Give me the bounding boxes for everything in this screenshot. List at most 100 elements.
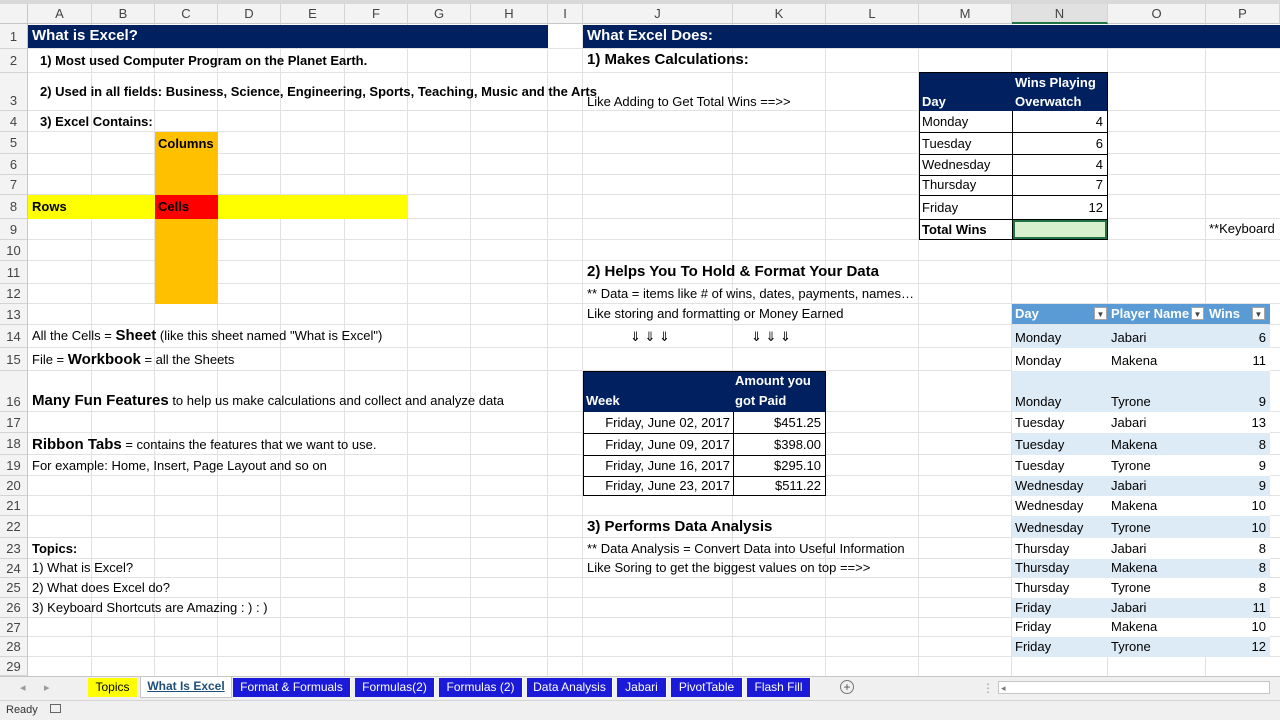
row-header[interactable]: 11 [0, 261, 28, 284]
player-wins-cell[interactable]: 11 [1253, 599, 1267, 617]
wins-day-cell[interactable]: Monday [922, 113, 968, 131]
player-name-cell[interactable]: Jabari [1111, 414, 1146, 432]
player-wins-cell[interactable]: 12 [1252, 638, 1266, 656]
player-wins-cell[interactable]: 9 [1259, 477, 1266, 495]
row-header[interactable]: 7 [0, 175, 28, 195]
player-name-cell[interactable]: Jabari [1111, 540, 1146, 558]
row-header[interactable]: 2 [0, 49, 28, 73]
row-header[interactable]: 4 [0, 111, 28, 132]
player-name-cell[interactable]: Makena [1111, 352, 1157, 370]
player-name-cell[interactable]: Makena [1111, 618, 1157, 636]
column-header-c[interactable]: C [155, 4, 218, 24]
column-header-h[interactable]: H [471, 4, 548, 24]
table-row[interactable]: Tuesday Makena 8 [1012, 433, 1270, 455]
wins-day-cell[interactable]: Thursday [922, 176, 976, 194]
player-name-cell[interactable]: Tyrone [1111, 457, 1151, 475]
column-header-k[interactable]: K [733, 4, 826, 24]
player-name-cell[interactable]: Tyrone [1111, 519, 1151, 537]
row-header[interactable]: 14 [0, 325, 28, 348]
table-row[interactable]: Wednesday Tyrone 10 [1012, 516, 1270, 538]
tab-scroll-left-icon[interactable]: ◂ [20, 679, 26, 697]
tab-flash-fill[interactable]: Flash Fill [747, 678, 811, 697]
filter-dropdown-icon[interactable]: ▼ [1191, 307, 1204, 320]
table-row[interactable]: Friday Tyrone 12 [1012, 637, 1270, 657]
player-day-cell[interactable]: Monday [1015, 393, 1061, 411]
row-header[interactable]: 1 [0, 24, 28, 49]
pay-amount-cell[interactable]: $295.10 [774, 457, 821, 475]
wins-value-cell[interactable]: 4 [1096, 156, 1103, 174]
player-name-cell[interactable]: Tyrone [1111, 393, 1151, 411]
row-header[interactable]: 27 [0, 618, 28, 637]
player-day-cell[interactable]: Friday [1015, 618, 1051, 636]
column-header-p[interactable]: P [1206, 4, 1280, 24]
sheet-options-icon[interactable]: ⋮ [982, 679, 994, 697]
column-header-j[interactable]: J [583, 4, 733, 24]
player-name-cell[interactable]: Makena [1111, 497, 1157, 515]
row-header[interactable]: 16 [0, 371, 28, 412]
column-header-o[interactable]: O [1108, 4, 1206, 24]
player-day-cell[interactable]: Monday [1015, 352, 1061, 370]
player-wins-cell[interactable]: 10 [1252, 519, 1266, 537]
scrollbar-thumb[interactable] [1013, 683, 1253, 692]
table-row[interactable]: Thursday Tyrone 8 [1012, 578, 1270, 598]
player-day-cell[interactable]: Monday [1015, 329, 1061, 347]
tab-data-analysis[interactable]: Data Analysis [527, 678, 613, 697]
filter-dropdown-icon[interactable]: ▼ [1094, 307, 1107, 320]
filter-dropdown-icon[interactable]: ▼ [1252, 307, 1265, 320]
row-header[interactable]: 12 [0, 284, 28, 304]
column-header-a[interactable]: A [28, 4, 92, 24]
player-wins-cell[interactable]: 10 [1252, 618, 1266, 636]
player-name-cell[interactable]: Jabari [1111, 477, 1146, 495]
player-name-cell[interactable]: Jabari [1111, 599, 1146, 617]
row-header[interactable]: 19 [0, 455, 28, 476]
table-row[interactable]: Tuesday Jabari 13 [1012, 412, 1270, 433]
tab-jabari[interactable]: Jabari [617, 678, 667, 697]
row-header[interactable]: 13 [0, 304, 28, 325]
pay-amount-cell[interactable]: $451.25 [774, 414, 821, 432]
row-header[interactable]: 9 [0, 219, 28, 240]
column-header-i[interactable]: I [548, 4, 583, 24]
wins-value-cell[interactable]: 4 [1096, 113, 1103, 131]
player-wins-cell[interactable]: 8 [1259, 540, 1266, 558]
column-header-d[interactable]: D [218, 4, 281, 24]
table-row[interactable]: Friday Jabari 11 [1012, 598, 1270, 618]
column-header-f[interactable]: F [345, 4, 408, 24]
pay-amount-cell[interactable]: $398.00 [774, 436, 821, 454]
wins-day-cell[interactable]: Tuesday [922, 135, 971, 153]
row-header[interactable]: 23 [0, 538, 28, 559]
pay-week-cell[interactable]: Friday, June 23, 2017 [605, 477, 730, 495]
player-wins-cell[interactable]: 6 [1259, 329, 1266, 347]
player-wins-cell[interactable]: 11 [1253, 352, 1267, 370]
column-header-m[interactable]: M [919, 4, 1012, 24]
row-header[interactable]: 21 [0, 496, 28, 516]
column-header-e[interactable]: E [281, 4, 345, 24]
tab-pivottable[interactable]: PivotTable [671, 678, 743, 697]
player-wins-cell[interactable]: 8 [1259, 579, 1266, 597]
wins-day-cell[interactable]: Wednesday [922, 156, 990, 174]
player-day-cell[interactable]: Wednesday [1015, 497, 1083, 515]
wins-value-cell[interactable]: 12 [1089, 199, 1103, 217]
column-header-g[interactable]: G [408, 4, 471, 24]
column-header-n[interactable]: N [1012, 4, 1108, 24]
tab-scroll-right-icon[interactable]: ▸ [44, 679, 50, 697]
player-day-cell[interactable]: Thursday [1015, 579, 1069, 597]
column-header-b[interactable]: B [92, 4, 155, 24]
player-day-cell[interactable]: Wednesday [1015, 477, 1083, 495]
macro-record-icon[interactable] [50, 704, 61, 713]
player-day-cell[interactable]: Tuesday [1015, 436, 1064, 454]
player-day-cell[interactable]: Thursday [1015, 540, 1069, 558]
table-row[interactable]: Wednesday Makena 10 [1012, 496, 1270, 516]
pay-week-cell[interactable]: Friday, June 09, 2017 [605, 436, 730, 454]
table-row[interactable]: Friday Makena 10 [1012, 618, 1270, 637]
column-header-l[interactable]: L [826, 4, 919, 24]
tab-topics[interactable]: Topics [88, 678, 138, 697]
player-day-cell[interactable]: Friday [1015, 599, 1051, 617]
row-header[interactable]: 10 [0, 240, 28, 261]
table-row[interactable]: Monday Makena 11 [1012, 348, 1270, 371]
player-name-cell[interactable]: Makena [1111, 436, 1157, 454]
row-header[interactable]: 24 [0, 559, 28, 578]
table-row[interactable]: Monday Tyrone 9 [1012, 371, 1270, 412]
row-header[interactable]: 18 [0, 433, 28, 455]
total-wins-cell[interactable] [1013, 220, 1107, 239]
tab-what-is-excel[interactable]: What Is Excel [140, 676, 232, 698]
